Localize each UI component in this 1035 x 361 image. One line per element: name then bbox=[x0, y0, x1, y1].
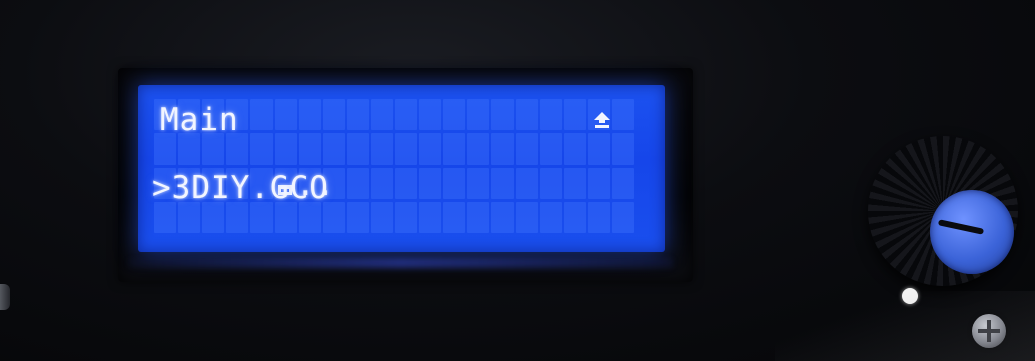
lcd-cell bbox=[611, 99, 634, 131]
lcd-cell bbox=[491, 167, 514, 199]
lcd-cell bbox=[515, 167, 538, 199]
reset-hole[interactable] bbox=[902, 288, 918, 304]
lcd-cell bbox=[587, 167, 610, 199]
lcd-cell bbox=[587, 133, 610, 165]
lcd-cell bbox=[467, 167, 490, 199]
lcd-cell bbox=[563, 167, 586, 199]
lcd-cell bbox=[539, 201, 562, 233]
lcd-cell bbox=[491, 201, 514, 233]
lcd-cell bbox=[419, 201, 442, 233]
lcd-cell bbox=[563, 99, 586, 131]
up-arrow-icon bbox=[594, 112, 610, 128]
lcd-cell bbox=[515, 133, 538, 165]
bezel-glow bbox=[128, 258, 673, 268]
lcd-row-selected-file[interactable]: >3DIY.GCO bbox=[152, 173, 329, 204]
rotary-encoder-knob[interactable] bbox=[868, 136, 1018, 286]
lcd-cell bbox=[611, 133, 634, 165]
lcd-cell bbox=[611, 201, 634, 233]
lcd-cell bbox=[370, 99, 393, 131]
lcd-cell bbox=[443, 133, 466, 165]
lcd-cell bbox=[346, 201, 369, 233]
lcd-cell bbox=[467, 201, 490, 233]
printer-front-panel: Main .. >3DIY.GCO bbox=[0, 0, 1035, 361]
lcd-cell bbox=[395, 201, 418, 233]
lcd-cell bbox=[539, 133, 562, 165]
lcd-cell bbox=[515, 99, 538, 131]
panel-screw bbox=[972, 314, 1006, 348]
knob-cap bbox=[930, 190, 1014, 274]
lcd-cell bbox=[467, 133, 490, 165]
lcd-cell bbox=[539, 99, 562, 131]
lcd-display: Main .. >3DIY.GCO bbox=[138, 85, 665, 252]
lcd-cell bbox=[298, 99, 321, 131]
lcd-cell bbox=[370, 167, 393, 199]
lcd-cell bbox=[395, 99, 418, 131]
lcd-cell bbox=[370, 133, 393, 165]
lcd-cell bbox=[419, 133, 442, 165]
edge-screw bbox=[0, 284, 10, 310]
lcd-cell bbox=[395, 133, 418, 165]
lcd-cell bbox=[515, 201, 538, 233]
lcd-cell bbox=[443, 99, 466, 131]
lcd-cell bbox=[419, 99, 442, 131]
lcd-cell bbox=[370, 201, 393, 233]
knob-indicator-line bbox=[937, 219, 985, 235]
lcd-cell bbox=[346, 133, 369, 165]
lcd-cell bbox=[563, 201, 586, 233]
lcd-cell bbox=[274, 99, 297, 131]
lcd-cell bbox=[467, 99, 490, 131]
lcd-row-title: Main bbox=[160, 102, 239, 138]
lcd-cell bbox=[587, 201, 610, 233]
lcd-cell bbox=[491, 99, 514, 131]
lcd-cell bbox=[443, 201, 466, 233]
lcd-cell bbox=[563, 133, 586, 165]
lcd-cell bbox=[539, 167, 562, 199]
lcd-cell bbox=[491, 133, 514, 165]
lcd-cell bbox=[322, 99, 345, 131]
lcd-cell bbox=[346, 167, 369, 199]
lcd-cell bbox=[395, 167, 418, 199]
lcd-cell bbox=[443, 167, 466, 199]
lcd-cell bbox=[611, 167, 634, 199]
lcd-cell bbox=[419, 167, 442, 199]
lcd-cell bbox=[346, 99, 369, 131]
lcd-cell bbox=[250, 99, 273, 131]
